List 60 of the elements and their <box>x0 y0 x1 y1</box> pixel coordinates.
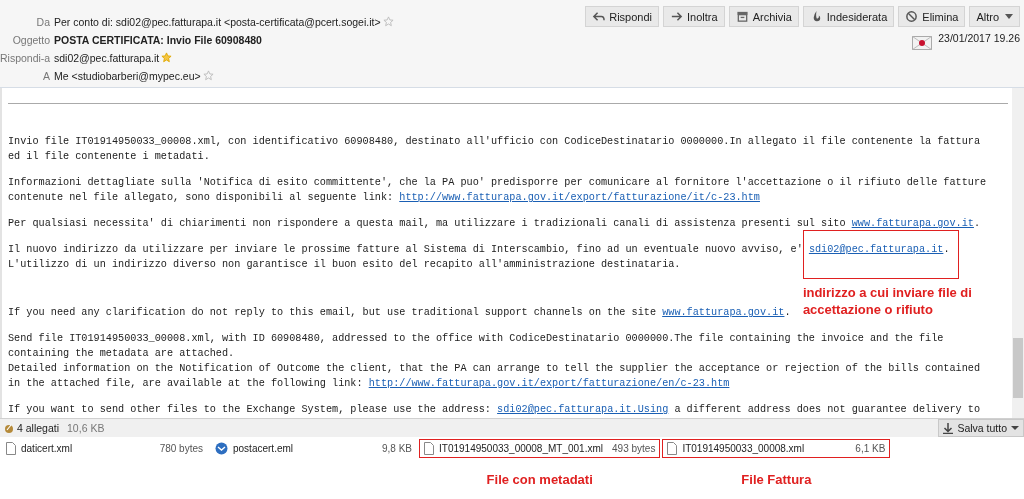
more-button[interactable]: Altro <box>969 6 1020 27</box>
download-icon <box>943 422 954 434</box>
file-size: 9,8 KB <box>381 442 412 454</box>
annotation-text: File con metadati <box>485 471 594 487</box>
field-label: A <box>42 69 50 82</box>
field-label: Da <box>35 15 50 28</box>
attachment-count: 4 allegati <box>17 422 60 434</box>
file-icon <box>6 441 16 455</box>
body-paragraph: Informazioni dettagliate sulla 'Notifica di esito committente', che la PA puo' predisporre per comunicare al fornitore l'accettazione o il rifiuto delle fatture contenute nel file allegato, sono disponibili al seguente link: http://www.fatturapa.gov.it/export/fatturazione/it/c-23.htm <box>8 176 987 205</box>
file-name: IT01914950033_00008_MT_001.xml <box>439 442 603 454</box>
toolbar-button[interactable]: Indesiderata <box>802 6 895 27</box>
link[interactable]: http://www.fatturapa.gov.it/export/fatturazione/it/c-23.htm <box>399 192 760 203</box>
file-icon <box>667 441 678 455</box>
body-paragraph: Per qualsiasi necessita' di chiarimenti non rispondere a questa mail, ma utilizzare i tradizionali canali di assistenza presenti sul sito www.fatturapa.gov.it. <box>8 217 981 231</box>
forward-icon <box>670 10 684 23</box>
envelope-icon <box>912 36 933 50</box>
body-paragraph: If you need any clarification do not reply to this email, but use traditional support channels on the site www.fatturapa.gov.it. <box>8 306 791 320</box>
star-icon[interactable] <box>382 16 394 27</box>
link[interactable]: http://www.fatturapa.gov.it/export/fatturazione/en/c-23.htm <box>368 378 730 389</box>
star-icon[interactable] <box>161 52 173 63</box>
link[interactable]: www.fatturapa.gov.it <box>851 218 974 229</box>
file-name: IT01914950033_00008.xml <box>682 442 805 454</box>
body-paragraph: Send file IT01914950033_00008.xml, with ID 60908480, addressed to the office with CodiceDestinatario 0000000.The file containing the invoice and the file containing the metadata are attached. Detailed information on the Notification of Outcome the client, that the PA can arrange to tell the supplier the acceptance or rejection of the bills contained in the attached file, are available at the following link: http://www.fatturapa.gov.it/export/fatturazione/en/c-23.htm <box>8 332 981 391</box>
body-paragraph: Invio file IT01914950033_00008.xml, con identificativo 60908480, destinato all'ufficio con CodiceDestinatario 0000000.In allegato il file contenente la fattura ed il file contenente i metadati. <box>8 135 981 164</box>
caret-icon <box>1005 13 1013 20</box>
file-name: daticert.xml <box>21 442 73 454</box>
attachment-total-size: 10,6 KB <box>67 422 105 434</box>
save-all-button[interactable]: Salva tutto <box>938 419 1024 437</box>
field-label: Oggetto <box>11 33 50 46</box>
file-size: 6,1 KB <box>855 442 886 454</box>
address-text: Me <studiobarberi@mypec.eu> <box>54 69 201 82</box>
file-size: 493 bytes <box>612 442 656 454</box>
archive-icon <box>735 10 749 23</box>
toolbar-button[interactable]: Archivia <box>728 6 799 27</box>
attachment-item[interactable]: postacert.eml 9,8 KB <box>211 439 416 457</box>
file-icon <box>424 441 434 455</box>
link[interactable]: www.fatturapa.gov.it <box>662 307 785 318</box>
email-link[interactable]: sdi02@pec.fatturapa.it <box>808 244 944 255</box>
file-name: postacert.eml <box>233 442 294 454</box>
address-text: sdi02@pec.fatturapa.it <box>54 51 160 64</box>
file-size: 780 bytes <box>159 442 203 454</box>
attachment-item[interactable]: daticert.xml 780 bytes <box>2 439 207 457</box>
scrollbar[interactable] <box>1012 88 1024 418</box>
subject-text: POSTA CERTIFICATA: Invio File 60908480 <box>54 33 262 46</box>
block-icon <box>905 10 919 23</box>
star-icon[interactable] <box>202 70 214 81</box>
link[interactable]: sdi02@pec.fatturapa.it.Using <box>497 404 669 415</box>
toolbar-button[interactable]: Elimina <box>898 6 966 27</box>
body-paragraph: If you want to send other files to the Exchange System, please use the address: sdi02@pec.fatturapa.it.Using a different address does not guarantee delivery to <box>8 403 981 417</box>
paperclip-icon <box>3 422 15 434</box>
reply-icon <box>592 10 606 23</box>
mail-file-icon <box>215 441 228 455</box>
field-label: Rispondi-a <box>0 51 50 64</box>
toolbar-button[interactable]: Inoltra <box>663 6 725 27</box>
annotation-text: indirizzo a cui inviare file di accettazione o rifiuto <box>802 284 973 318</box>
toolbar-button[interactable]: Rispondi <box>585 6 660 27</box>
caret-icon <box>1011 426 1019 430</box>
message-date: 23/01/2017 19.26 <box>938 32 1020 44</box>
address-text: Per conto di: sdi02@pec.fatturapa.it <posta-certificata@pcert.sogei.it> <box>54 15 381 28</box>
annotation-text: File Fattura <box>740 471 813 487</box>
